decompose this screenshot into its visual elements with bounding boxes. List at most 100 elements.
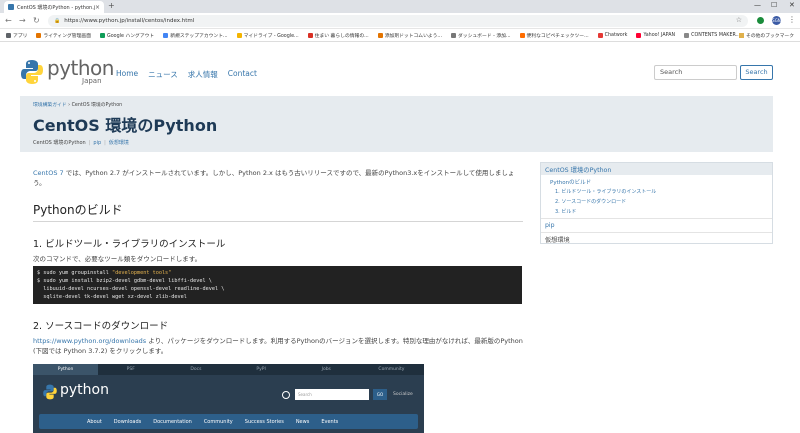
browser-menu-icon[interactable]: ⋮ bbox=[788, 15, 796, 24]
bookmark-item[interactable]: CONTENTS MAKER... bbox=[684, 32, 740, 38]
extension-icon[interactable] bbox=[757, 17, 764, 24]
bookmark-item[interactable]: Chatwork bbox=[597, 32, 628, 38]
intro-text: では、Python 2.7 がインストールされています。しかし、Python 2… bbox=[33, 169, 515, 187]
bookmark-label: ダッシュボード - 添加... bbox=[457, 33, 511, 39]
bookmark-favicon-icon bbox=[6, 32, 11, 38]
breadcrumb-link[interactable]: 環境構築ガイド bbox=[33, 103, 67, 108]
page-header: 環境構築ガイド › CentOS 環境のPython CentOS 環境のPyt… bbox=[20, 96, 773, 152]
bookmark-star-icon[interactable]: ☆ bbox=[736, 16, 742, 24]
bookmark-favicon-icon bbox=[236, 32, 242, 38]
toc-current[interactable]: CentOS 環境のPython bbox=[545, 165, 611, 174]
python-org-screenshot: Python PSF Docs PyPI Jobs Community pyth… bbox=[33, 364, 424, 433]
code-string: "development tools" bbox=[111, 270, 172, 276]
code-line-4: sqlite-devel tk-devel wget xz-devel zlib… bbox=[37, 294, 187, 300]
bookmark-label: 便利なコピペチェックツー... bbox=[526, 33, 589, 39]
python-logo-icon bbox=[43, 384, 57, 400]
python-favicon-icon bbox=[8, 4, 14, 10]
address-bar[interactable]: 🔒 https://www.python.jp/install/centos/i… bbox=[48, 15, 748, 27]
reload-icon[interactable]: ↻ bbox=[33, 16, 40, 25]
code-line-2: $ sudo yum install bzip2-devel gdbm-deve… bbox=[37, 278, 212, 284]
section-heading: Pythonのビルド bbox=[33, 203, 123, 217]
new-tab-icon[interactable]: + bbox=[108, 1, 115, 10]
screenshot-nav: About Downloads Documentation Community … bbox=[39, 414, 418, 429]
toc-step-1[interactable]: 1. ビルドツール・ライブラリのインストール bbox=[555, 188, 656, 195]
bookmark-favicon-icon bbox=[36, 32, 42, 38]
bookmark-item[interactable]: Yahoo! JAPAN bbox=[636, 32, 675, 38]
local-nav-divider: | bbox=[104, 140, 106, 146]
heading-divider bbox=[33, 221, 523, 222]
tab-title: CentOS 環境のPython - python.jp bbox=[17, 4, 95, 11]
screenshot-tab: Jobs bbox=[321, 367, 331, 372]
toc-sidebar: CentOS 環境のPython Pythonのビルド 1. ビルドツール・ライ… bbox=[540, 162, 773, 244]
toc-step-2[interactable]: 2. ソースコードのダウンロード bbox=[555, 198, 626, 205]
bookmark-item[interactable]: 便利なコピペチェックツー... bbox=[519, 32, 589, 39]
bookmark-label: アプリ bbox=[13, 33, 28, 39]
screenshot-nav-item: About bbox=[87, 418, 102, 425]
python-japan-logo[interactable]: python Japan bbox=[21, 56, 114, 90]
bookmark-favicon-icon bbox=[519, 32, 525, 38]
browser-toolbar: ← → ↻ 🔒 https://www.python.jp/install/ce… bbox=[0, 13, 800, 29]
screenshot-nav-item: News bbox=[295, 418, 310, 425]
maximize-icon[interactable]: ☐ bbox=[771, 1, 777, 9]
bookmark-item[interactable]: ライティング管理画面 bbox=[36, 32, 91, 39]
toc-step-3[interactable]: 3. ビルド bbox=[555, 208, 576, 215]
lock-icon: 🔒 bbox=[54, 18, 61, 24]
bookmark-item[interactable]: 新規ステップアカウント... bbox=[163, 32, 228, 39]
bookmark-item[interactable]: アプリ bbox=[6, 32, 27, 39]
nav-contact[interactable]: Contact bbox=[228, 69, 257, 80]
screenshot-socialize: Socialize bbox=[393, 392, 413, 397]
main-nav: Home ニュース 求人情報 Contact bbox=[116, 69, 257, 80]
screenshot-tab: Docs bbox=[190, 367, 202, 372]
local-nav-current: CentOS 環境のPython bbox=[33, 140, 86, 146]
bookmark-favicon-icon bbox=[307, 32, 313, 38]
minimize-icon[interactable]: — bbox=[754, 1, 761, 9]
forward-icon[interactable]: → bbox=[19, 16, 26, 25]
screenshot-tab: Community bbox=[378, 367, 405, 372]
local-nav-venv[interactable]: 仮想環境 bbox=[109, 140, 129, 146]
search-input[interactable]: Search bbox=[654, 65, 737, 80]
close-tab-icon[interactable]: × bbox=[95, 4, 100, 11]
bookmark-favicon-icon bbox=[636, 32, 642, 38]
screenshot-nav-item: Downloads bbox=[113, 418, 142, 425]
bookmark-item[interactable]: 添加剤ドットコムいよう... bbox=[377, 32, 442, 39]
close-window-icon[interactable]: ✕ bbox=[789, 1, 795, 9]
code-line-3: libuuid-devel ncurses-devel openssl-deve… bbox=[37, 286, 225, 292]
centos7-link[interactable]: CentOS 7 bbox=[33, 169, 64, 177]
screenshot-logo-text: python bbox=[60, 382, 109, 398]
python-downloads-link[interactable]: https://www.python.org/downloads bbox=[33, 337, 146, 345]
code-command: $ sudo yum groupinstall bbox=[37, 270, 112, 276]
bookmark-label: マイドライブ - Google... bbox=[243, 33, 299, 39]
screenshot-tab: Python bbox=[33, 364, 99, 375]
nav-news[interactable]: ニュース bbox=[148, 69, 178, 80]
screenshot-nav-item: Community bbox=[203, 418, 233, 425]
profile-avatar[interactable]: SGN bbox=[772, 16, 781, 25]
search-button[interactable]: Search bbox=[740, 65, 773, 80]
paragraph-2: https://www.python.org/downloads より、パッケー… bbox=[33, 336, 523, 356]
nav-jobs[interactable]: 求人情報 bbox=[188, 69, 218, 80]
toc-divider bbox=[541, 232, 772, 233]
back-icon[interactable]: ← bbox=[5, 16, 12, 25]
bookmark-item[interactable]: マイドライブ - Google... bbox=[236, 32, 299, 39]
toc-venv[interactable]: 仮想環境 bbox=[545, 235, 570, 244]
subsection-heading-1: 1. ビルドツール・ライブラリのインストール bbox=[33, 239, 226, 250]
bookmark-item[interactable]: Google ハングアウト bbox=[100, 32, 154, 39]
bookmark-label: 住まい 暮らしの情報の... bbox=[314, 33, 369, 39]
browser-tab[interactable]: CentOS 環境のPython - python.jp × bbox=[4, 1, 104, 13]
nav-home[interactable]: Home bbox=[116, 69, 138, 80]
breadcrumb-separator: › bbox=[68, 103, 71, 108]
screenshot-tab: PyPI bbox=[256, 367, 266, 372]
bookmark-favicon-icon bbox=[684, 32, 690, 38]
bookmark-item[interactable]: ダッシュボード - 添加... bbox=[450, 32, 511, 39]
screenshot-go-button: GO bbox=[373, 389, 387, 400]
toc-pip[interactable]: pip bbox=[545, 222, 555, 229]
local-nav-pip[interactable]: pip bbox=[93, 140, 101, 146]
screenshot-nav-item: Events bbox=[321, 418, 339, 425]
bookmark-label: Chatwork bbox=[604, 32, 628, 38]
bookmark-item[interactable]: 住まい 暮らしの情報の... bbox=[307, 32, 369, 39]
paragraph-1: 次のコマンドで、必要なツール類をダウンロードします。 bbox=[33, 255, 202, 263]
toc-build[interactable]: Pythonのビルド bbox=[550, 178, 591, 186]
bookmark-label: ライティング管理画面 bbox=[43, 33, 91, 39]
other-bookmarks[interactable]: その他のブックマーク bbox=[739, 32, 794, 39]
local-nav: CentOS 環境のPython | pip | 仮想環境 bbox=[33, 139, 129, 146]
logo-subtitle: Japan bbox=[82, 77, 102, 85]
